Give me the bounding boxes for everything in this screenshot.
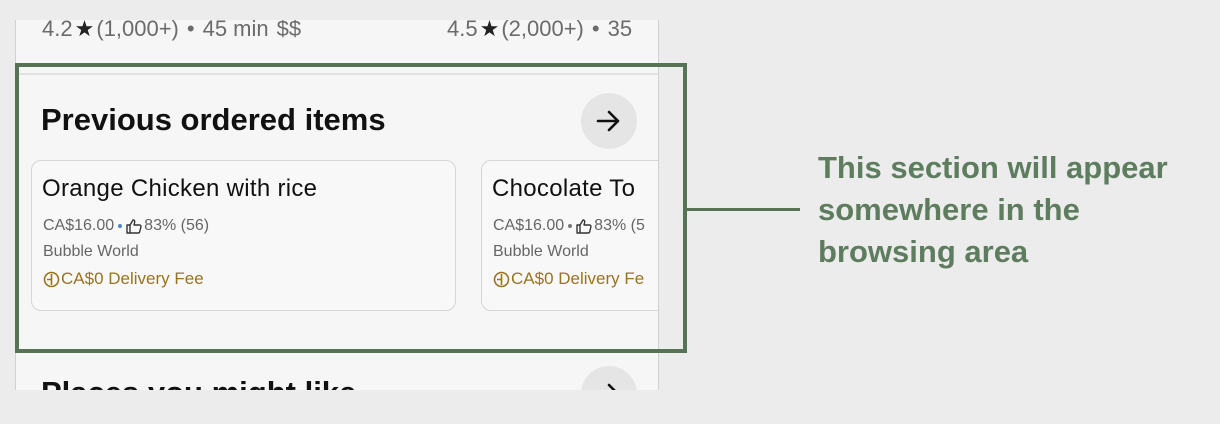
delivery-time: 35	[607, 20, 633, 41]
star-icon: ★	[74, 20, 95, 41]
arrow-right-icon	[607, 383, 616, 390]
places-you-might-like-title: Places you might like	[41, 375, 356, 390]
rating-value: 4.2	[42, 20, 73, 41]
rating-count: (1,000+)	[96, 20, 179, 41]
store-meta-right: 4.5 ★ (2,000+) • 35	[447, 20, 632, 44]
star-icon: ★	[479, 20, 500, 41]
store-meta-left: 4.2 ★ (1,000+) • 45 min $$	[42, 20, 301, 44]
separator: •	[186, 20, 195, 41]
rating-value: 4.5	[447, 20, 478, 41]
rating-count: (2,000+)	[501, 20, 584, 41]
annotation-text: This section will appear somewhere in th…	[818, 150, 1168, 269]
price-level: $$	[276, 20, 302, 41]
see-all-places-button[interactable]	[581, 366, 637, 390]
separator: •	[591, 20, 600, 41]
annotation-connector-line	[687, 208, 800, 211]
highlight-box	[15, 63, 687, 353]
delivery-time: 45 min	[202, 20, 269, 41]
annotated-screenshot: 4.2 ★ (1,000+) • 45 min $$ 4.5 ★ (2,000+…	[0, 0, 1220, 424]
